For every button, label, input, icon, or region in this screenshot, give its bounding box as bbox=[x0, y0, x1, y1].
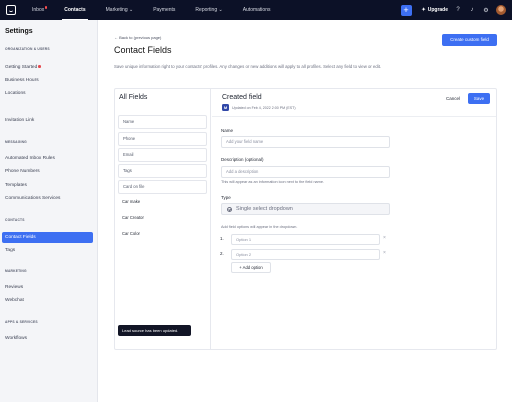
sidebar-item-contact-fields[interactable]: Contact Fields bbox=[2, 232, 93, 243]
field-item-car-creator[interactable]: Car Creator bbox=[118, 212, 207, 226]
sidebar-section-contacts: CONTACTS bbox=[5, 218, 25, 222]
alert-dot-icon bbox=[38, 65, 41, 68]
sidebar-item-webchat[interactable]: Webchat bbox=[5, 298, 24, 303]
option-number: 1. bbox=[220, 236, 224, 241]
nav-tab-label: Contacts bbox=[64, 7, 86, 13]
sidebar-item-business-hours[interactable]: Business Hours bbox=[5, 78, 39, 83]
upgrade-icon: ✦ bbox=[421, 7, 426, 13]
toast-notification: Lead source has been updated. bbox=[118, 325, 191, 336]
field-item-phone[interactable]: Phone bbox=[118, 132, 207, 146]
avatar[interactable] bbox=[496, 5, 506, 15]
upgrade-button[interactable]: ✦ Upgrade bbox=[422, 7, 448, 13]
editor-meta: M Updated on Feb 4, 2022 2:00 PM (EST) bbox=[222, 104, 296, 111]
name-label: Name bbox=[221, 128, 234, 133]
nav-tab-label: Reporting ⌄ bbox=[195, 7, 223, 13]
nav-right-group: + ✦ Upgrade ? ♪ ⚙ bbox=[400, 0, 506, 20]
sidebar-item-phone-numbers[interactable]: Phone Numbers bbox=[5, 169, 40, 174]
page-description: Save unique information right to your co… bbox=[114, 64, 382, 69]
description-input[interactable]: Add a description bbox=[221, 166, 390, 178]
nav-tab-reporting[interactable]: Reporting ⌄ bbox=[195, 0, 222, 20]
sidebar-item-locations[interactable]: Locations bbox=[5, 91, 26, 96]
options-help: Add field options will appear in the dro… bbox=[221, 225, 298, 229]
field-item-email[interactable]: Email bbox=[118, 148, 207, 162]
sidebar-item-automated-inbox-rules[interactable]: Automated Inbox Rules bbox=[5, 156, 55, 161]
unread-dot-icon bbox=[44, 6, 48, 9]
field-item-car-make[interactable]: Car make bbox=[118, 196, 207, 210]
sidebar-section-apps: APPS & SERVICES bbox=[5, 320, 38, 324]
page-title: Contact Fields bbox=[114, 45, 172, 55]
settings-sidebar: Settings ORGANIZATION & USERS Getting St… bbox=[0, 20, 98, 402]
back-link[interactable]: ← Back to (previous page) bbox=[114, 35, 161, 40]
field-item-car-color[interactable]: Car Color bbox=[118, 228, 207, 242]
add-option-button[interactable]: + Add option bbox=[231, 262, 271, 273]
top-nav: Inbox Contacts Marketing ⌄ Payments Repo… bbox=[0, 0, 512, 20]
nav-tab-inbox[interactable]: Inbox bbox=[32, 0, 48, 20]
sidebar-item-label: Getting Started bbox=[5, 65, 38, 70]
user-badge-icon: M bbox=[222, 104, 229, 111]
nav-tab-label: Payments bbox=[153, 7, 176, 13]
sidebar-item-communications-services[interactable]: Communications Services bbox=[5, 196, 60, 201]
nav-tab-contacts[interactable]: Contacts bbox=[62, 0, 89, 20]
field-item-tags[interactable]: Tags bbox=[118, 164, 207, 178]
save-button[interactable]: Save bbox=[468, 93, 490, 104]
sidebar-title: Settings bbox=[5, 28, 33, 35]
sidebar-item-tags[interactable]: Tags bbox=[5, 248, 15, 253]
field-item-name[interactable]: Name bbox=[118, 115, 207, 129]
sidebar-item-reviews[interactable]: Reviews bbox=[5, 285, 23, 290]
updated-timestamp: Updated on Feb 4, 2022 2:00 PM (EST) bbox=[232, 105, 296, 110]
sidebar-item-invitation-link[interactable]: Invitation Link bbox=[5, 118, 34, 123]
editor-divider bbox=[212, 116, 496, 117]
help-icon[interactable]: ? bbox=[454, 7, 462, 13]
nav-tab-label: Marketing ⌄ bbox=[105, 7, 134, 13]
type-select[interactable]: Single select dropdown bbox=[221, 203, 390, 215]
description-label: Description (optional) bbox=[221, 157, 264, 162]
dropdown-check-icon bbox=[227, 206, 232, 212]
type-label: Type bbox=[221, 195, 231, 200]
cancel-button[interactable]: Cancel bbox=[440, 93, 466, 104]
option-input[interactable]: Option 1 bbox=[231, 234, 380, 245]
all-fields-panel: All Fields Name Phone Email Tags Card on… bbox=[114, 88, 211, 350]
sidebar-item-workflows[interactable]: Workflows bbox=[5, 336, 27, 341]
create-custom-field-button[interactable]: Create custom field bbox=[442, 34, 497, 46]
app-logo-icon[interactable] bbox=[6, 5, 16, 15]
field-item-card-on-file[interactable]: Card on file bbox=[118, 180, 207, 194]
sidebar-section-org: ORGANIZATION & USERS bbox=[5, 47, 50, 51]
sidebar-item-getting-started[interactable]: Getting Started bbox=[5, 65, 41, 70]
sidebar-section-messaging: MESSAGING bbox=[5, 140, 27, 144]
option-input[interactable]: Option 2 bbox=[231, 249, 380, 260]
name-input[interactable]: Add your field name bbox=[221, 136, 390, 148]
nav-tab-automations[interactable]: Automations bbox=[243, 0, 271, 20]
settings-icon[interactable]: ⚙ bbox=[482, 7, 490, 14]
sidebar-item-templates[interactable]: Templates bbox=[5, 183, 27, 188]
nav-tab-label: Automations bbox=[242, 7, 271, 13]
description-help: This will appear as an information icon … bbox=[221, 180, 324, 184]
remove-option-icon[interactable]: × bbox=[383, 235, 386, 241]
nav-tab-label: Inbox bbox=[32, 7, 45, 13]
remove-option-icon[interactable]: × bbox=[383, 250, 386, 256]
nav-tab-marketing[interactable]: Marketing ⌄ bbox=[106, 0, 134, 20]
editor-title: Created field bbox=[222, 94, 262, 101]
option-number: 2. bbox=[220, 251, 224, 256]
upgrade-label: Upgrade bbox=[427, 7, 448, 13]
all-fields-title: All Fields bbox=[119, 94, 148, 101]
sidebar-section-marketing: MARKETING bbox=[5, 269, 27, 273]
nav-tab-payments[interactable]: Payments bbox=[153, 0, 175, 20]
notification-icon[interactable]: ♪ bbox=[468, 7, 476, 13]
add-button[interactable]: + bbox=[400, 4, 412, 16]
nav-tabs: Inbox Contacts Marketing ⌄ Payments Repo… bbox=[32, 0, 290, 20]
type-select-value: Single select dropdown bbox=[236, 206, 293, 212]
